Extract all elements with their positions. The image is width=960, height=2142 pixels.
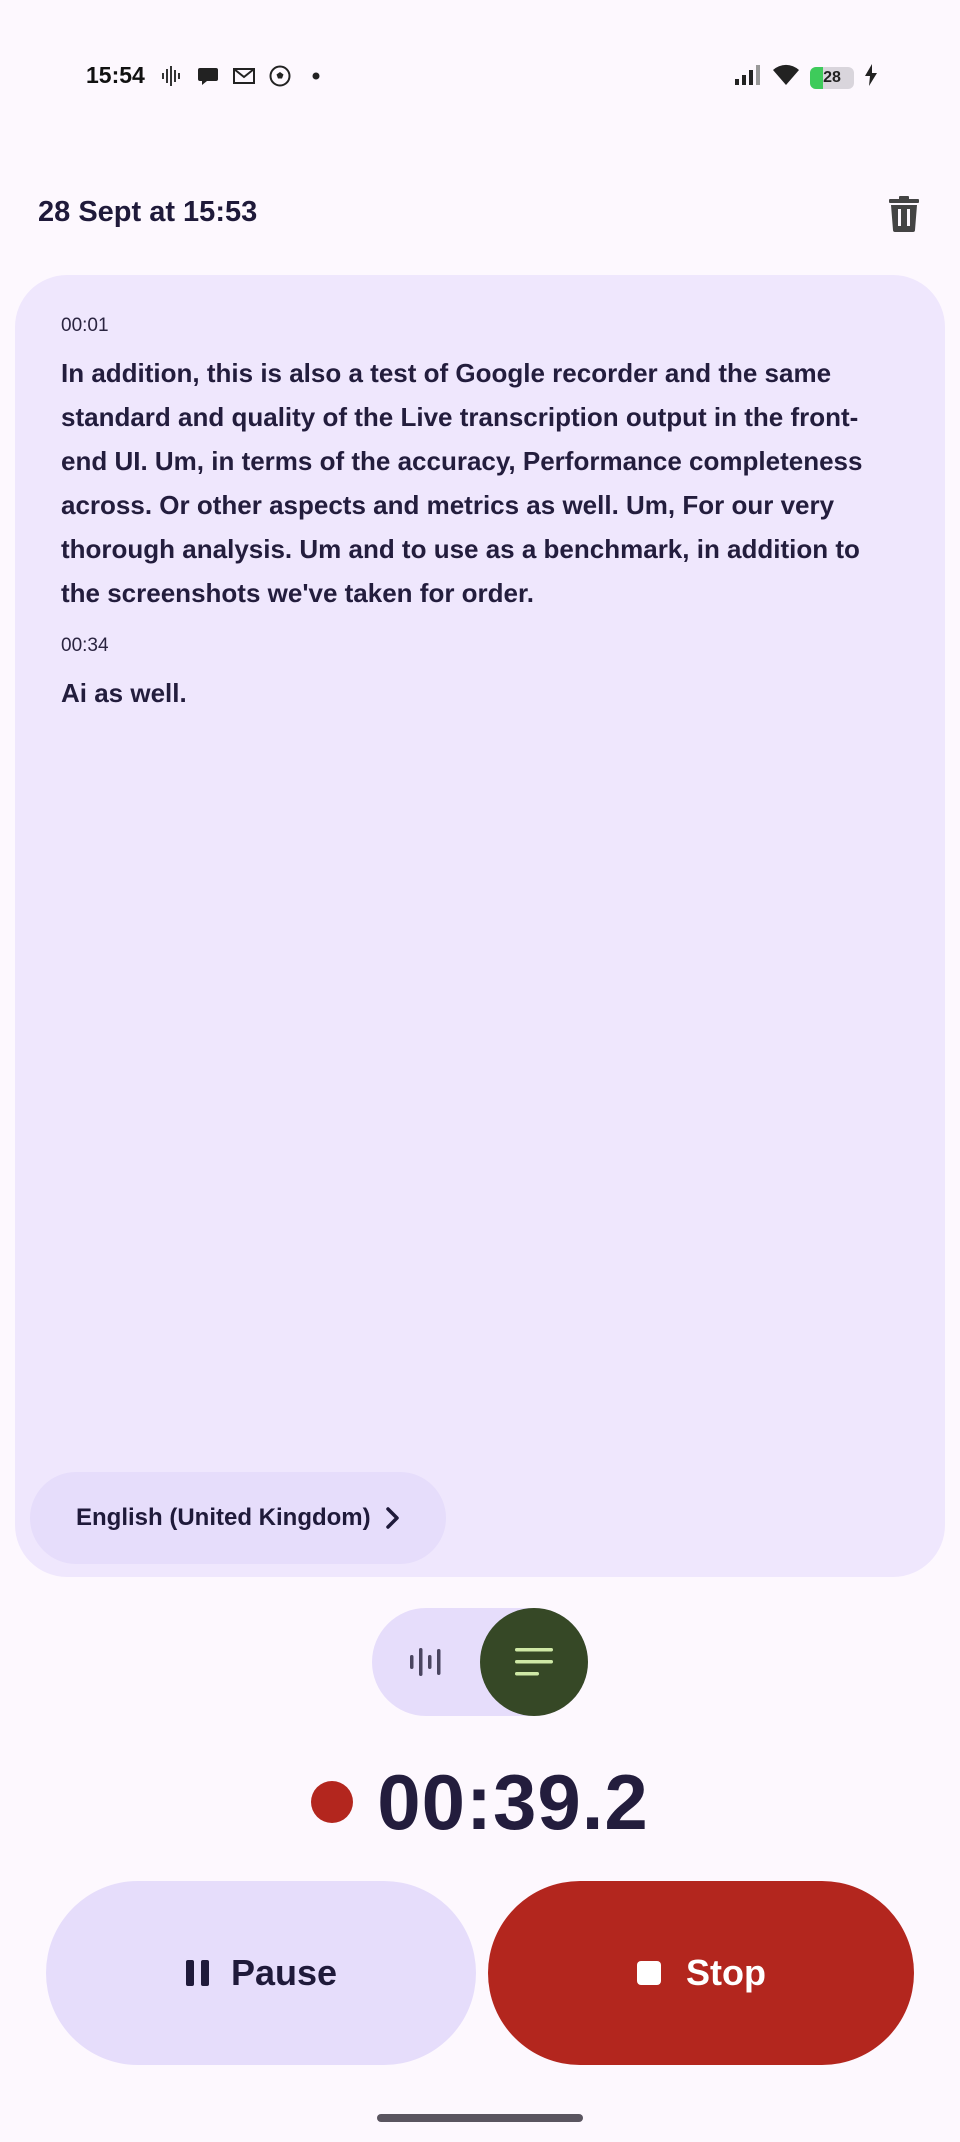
football-icon <box>268 64 292 88</box>
wifi-icon <box>772 64 800 91</box>
chevron-right-icon <box>385 1506 401 1530</box>
chat-bubble-icon <box>196 64 220 88</box>
stop-icon <box>637 1961 661 1985</box>
recording-indicator <box>311 1781 354 1823</box>
pause-button[interactable]: Pause <box>46 1881 476 2065</box>
segment-timestamp[interactable]: 00:34 <box>61 635 895 657</box>
pause-label: Pause <box>230 1952 338 1993</box>
status-time: 15:54 <box>86 62 145 88</box>
waveform-view-button[interactable] <box>372 1608 480 1716</box>
delete-button[interactable] <box>882 192 926 236</box>
transcript-panel[interactable]: 00:01 In addition, this is also a test o… <box>15 275 945 1577</box>
dot-icon <box>304 64 328 88</box>
notification-icons <box>160 64 328 88</box>
view-toggle <box>372 1608 588 1716</box>
trash-icon <box>889 196 919 232</box>
transcript-view-button[interactable] <box>480 1608 588 1716</box>
recording-timer: 00:39.2 <box>0 1752 960 1852</box>
segment-text: Ai as well. <box>61 678 187 708</box>
battery-level: 28 <box>823 68 841 86</box>
segment-text: In addition, this is also a test of Goog… <box>61 358 863 608</box>
pause-icon <box>185 1960 209 1986</box>
stop-button[interactable]: Stop <box>488 1881 914 2065</box>
transcript-segment: 00:01 In addition, this is also a test o… <box>61 315 895 615</box>
segment-timestamp[interactable]: 00:01 <box>61 315 895 337</box>
transcript-icon <box>515 1648 553 1676</box>
recording-title: 28 Sept at 15:53 <box>38 196 258 228</box>
status-bar: 15:54 28 <box>0 0 960 150</box>
transcript-segment: 00:34 Ai as well. <box>61 635 895 715</box>
battery-icon: 28 <box>810 66 854 89</box>
elapsed-time: 00:39.2 <box>377 1757 649 1846</box>
stop-label: Stop <box>686 1952 766 1993</box>
language-selector[interactable]: English (United Kingdom) <box>30 1472 446 1564</box>
charging-icon <box>864 64 878 91</box>
language-label: English (United Kingdom) <box>76 1504 371 1531</box>
home-indicator[interactable] <box>377 2114 583 2122</box>
signal-icon <box>734 65 762 90</box>
gmail-icon <box>232 64 256 88</box>
system-icons: 28 <box>734 64 878 91</box>
recording-header: 28 Sept at 15:53 <box>0 186 960 242</box>
soundwave-icon <box>160 64 184 88</box>
waveform-icon <box>410 1648 441 1676</box>
